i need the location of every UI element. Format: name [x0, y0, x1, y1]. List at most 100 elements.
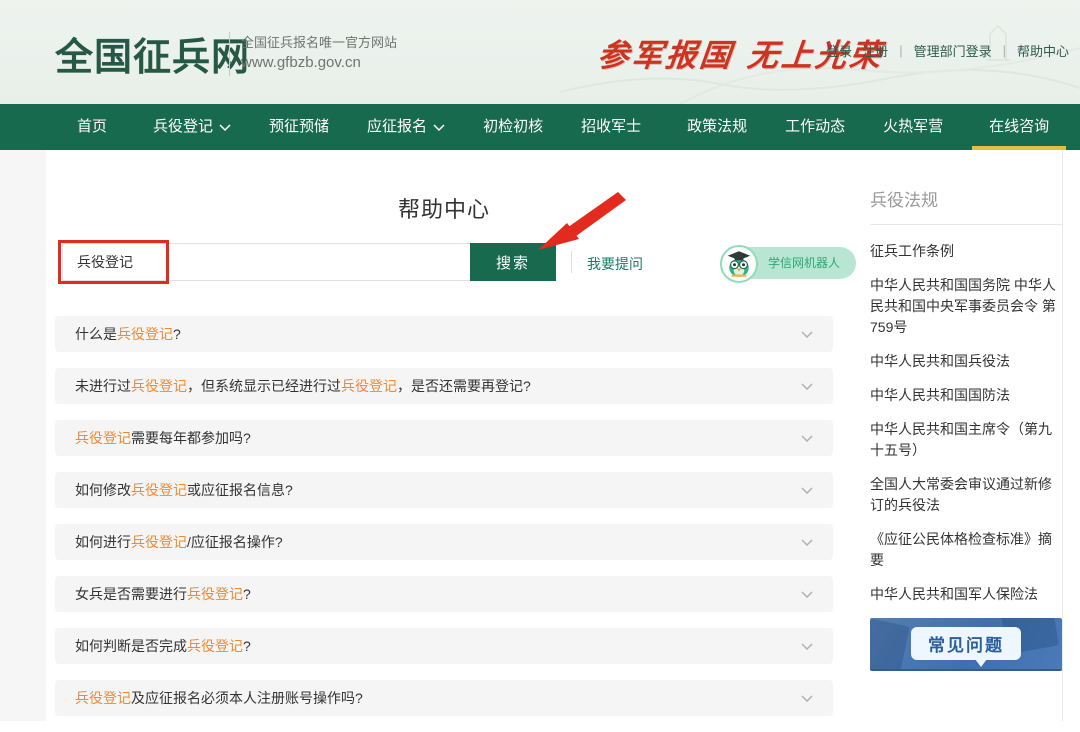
faq-item[interactable]: 兵役登记需要每年都参加吗? [55, 420, 833, 456]
nav-item-9[interactable]: 在线咨询 [976, 104, 1062, 150]
banner-photo-shape [870, 618, 910, 671]
page-left-gutter [0, 150, 46, 721]
faq-banner[interactable]: 常见问题 [870, 618, 1062, 671]
highlighted-keyword: 兵役登记 [131, 378, 187, 394]
question-text: ，但系统显示已经进行过 [187, 378, 341, 394]
chevron-down-icon[interactable] [801, 487, 813, 494]
question-text: /应征报名操作? [187, 534, 283, 550]
sidebar-title: 兵役法规 [870, 186, 1062, 211]
link-separator: | [997, 43, 1012, 58]
nav-item-0[interactable]: 首页 [64, 104, 120, 150]
chevron-down-icon[interactable] [801, 383, 813, 390]
sidebar-link[interactable]: 全国人大常委会审议通过新修订的兵役法 [870, 474, 1062, 516]
faq-item[interactable]: 如何判断是否完成兵役登记? [55, 628, 833, 664]
faq-item[interactable]: 女兵是否需要进行兵役登记? [55, 576, 833, 612]
page-title: 帮助中心 [55, 192, 833, 224]
chevron-down-icon[interactable] [801, 435, 813, 442]
chevron-down-icon[interactable] [801, 643, 813, 650]
question-text: 或应征报名信息? [187, 482, 293, 498]
chevron-down-icon[interactable] [801, 539, 813, 546]
nav-item-label: 在线咨询 [989, 104, 1049, 150]
nav-item-1[interactable]: 兵役登记 [140, 104, 244, 150]
faq-question: 兵役登记及应征报名必须本人注册账号操作吗? [75, 688, 363, 708]
sidebar-link[interactable]: 《应征公民体格检查标准》摘要 [870, 529, 1062, 571]
chevron-down-icon [219, 124, 231, 131]
faq-banner-label: 常见问题 [911, 627, 1021, 660]
chevron-down-icon[interactable] [801, 331, 813, 338]
question-text: 女兵是否需要进行 [75, 586, 187, 602]
nav-item-8[interactable]: 火热军营 [870, 104, 956, 150]
highlighted-keyword: 兵役登记 [75, 430, 131, 446]
highlighted-keyword: 兵役登记 [341, 378, 397, 394]
main-nav: 首页兵役登记 预征预储应征报名 初检初核招收军士政策法规工作动态火热军营在线咨询廉洁… [0, 104, 1080, 150]
nav-item-label: 初检初核 [483, 104, 543, 150]
nav-item-label: 应征报名 [367, 104, 427, 150]
nav-item-10[interactable]: 廉洁举报 [1074, 104, 1080, 150]
question-text: ? [243, 586, 251, 602]
nav-item-7[interactable]: 工作动态 [772, 104, 858, 150]
nav-item-label: 政策法规 [687, 104, 747, 150]
question-text: ，是否还需要再登记? [397, 378, 531, 394]
site-logo[interactable]: 全国征兵网 [55, 26, 250, 81]
chevron-down-icon[interactable] [801, 591, 813, 598]
sidebar-divider [870, 224, 1062, 225]
site-tagline: 全国征兵报名唯一官方网站 www.gfbzb.gov.cn [241, 33, 397, 74]
ask-question-link[interactable]: 我要提问 [587, 254, 643, 274]
faq-question: 女兵是否需要进行兵役登记? [75, 584, 251, 604]
admin-login-link[interactable]: 管理部门登录 [909, 41, 997, 60]
highlighted-keyword: 兵役登记 [75, 690, 131, 706]
sidebar-link[interactable]: 中华人民共和国兵役法 [870, 351, 1062, 372]
highlighted-keyword: 兵役登记 [131, 482, 187, 498]
faq-list: 什么是兵役登记?未进行过兵役登记，但系统显示已经进行过兵役登记，是否还需要再登记… [55, 316, 833, 732]
faq-question: 兵役登记需要每年都参加吗? [75, 428, 251, 448]
login-link[interactable]: 登录 [821, 41, 857, 60]
highlighted-keyword: 兵役登记 [187, 638, 243, 654]
faq-question: 什么是兵役登记? [75, 324, 181, 344]
question-text: ? [173, 326, 181, 342]
sidebar-link[interactable]: 中华人民共和国军人保险法 [870, 584, 1062, 605]
question-text: 如何判断是否完成 [75, 638, 187, 654]
highlighted-keyword: 兵役登记 [131, 534, 187, 550]
question-text: ? [243, 638, 251, 654]
question-text: 未进行过 [75, 378, 131, 394]
chevron-down-icon[interactable] [801, 695, 813, 702]
faq-item[interactable]: 什么是兵役登记? [55, 316, 833, 352]
question-text: 及应征报名必须本人注册账号操作吗? [131, 690, 363, 706]
faq-item[interactable]: 兵役登记及应征报名必须本人注册账号操作吗? [55, 680, 833, 716]
nav-item-label: 预征预储 [269, 104, 329, 150]
nav-item-label: 招收军士 [581, 104, 641, 150]
nav-item-4[interactable]: 初检初核 [470, 104, 556, 150]
highlighted-keyword: 兵役登记 [187, 586, 243, 602]
logo-divider [229, 32, 230, 76]
faq-item[interactable]: 如何进行兵役登记/应征报名操作? [55, 524, 833, 560]
nav-item-label: 兵役登记 [153, 104, 213, 150]
nav-item-2[interactable]: 预征预储 [256, 104, 342, 150]
nav-item-label: 工作动态 [785, 104, 845, 150]
owl-robot-icon [720, 245, 758, 283]
sidebar-link[interactable]: 中华人民共和国国防法 [870, 385, 1062, 406]
site-header: 全国征兵网 全国征兵报名唯一官方网站 www.gfbzb.gov.cn 参军报国… [0, 0, 1080, 104]
nav-item-label: 火热军营 [883, 104, 943, 150]
faq-question: 如何修改兵役登记或应征报名信息? [75, 480, 293, 500]
sidebar-links: 征兵工作条例中华人民共和国国务院 中华人民共和国中央军事委员会令 第759号中华… [870, 241, 1062, 605]
nav-item-5[interactable]: 招收军士 [568, 104, 654, 150]
sidebar-link[interactable]: 征兵工作条例 [870, 241, 1062, 262]
ask-divider [571, 251, 572, 273]
help-center-link[interactable]: 帮助中心 [1012, 41, 1074, 60]
search-input[interactable] [62, 243, 470, 281]
tagline-line1: 全国征兵报名唯一官方网站 [241, 33, 397, 52]
nav-item-6[interactable]: 政策法规 [674, 104, 760, 150]
sidebar-link[interactable]: 中华人民共和国主席令（第九十五号） [870, 419, 1062, 461]
question-text: 需要每年都参加吗? [131, 430, 251, 446]
register-link[interactable]: 注册 [857, 41, 893, 60]
faq-item[interactable]: 未进行过兵役登记，但系统显示已经进行过兵役登记，是否还需要再登记? [55, 368, 833, 404]
tagline-url: www.gfbzb.gov.cn [241, 52, 397, 74]
nav-item-3[interactable]: 应征报名 [354, 104, 458, 150]
question-text: 如何进行 [75, 534, 131, 550]
sidebar-link[interactable]: 中华人民共和国国务院 中华人民共和国中央军事委员会令 第759号 [870, 275, 1062, 338]
faq-item[interactable]: 如何修改兵役登记或应征报名信息? [55, 472, 833, 508]
sidebar: 兵役法规 征兵工作条例中华人民共和国国务院 中华人民共和国中央军事委员会令 第7… [870, 186, 1062, 671]
faq-question: 如何进行兵役登记/应征报名操作? [75, 532, 283, 552]
search-button[interactable]: 搜索 [470, 243, 556, 281]
header-links: 登录 注册 | 管理部门登录 | 帮助中心 [821, 41, 1074, 60]
